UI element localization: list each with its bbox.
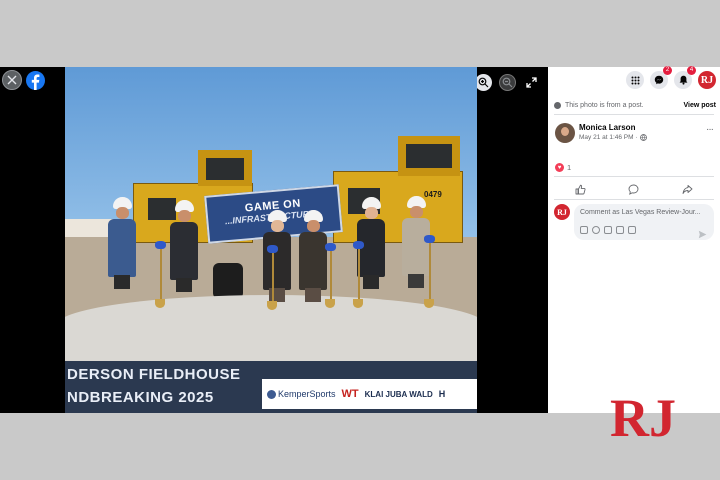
author-name[interactable]: Monica Larson	[579, 123, 635, 132]
blue-bow	[155, 241, 166, 249]
shovel-handle	[358, 247, 360, 301]
shovel-handle	[272, 251, 274, 303]
blue-bow	[353, 241, 364, 249]
post-author: Monica Larson May 21 at 1:46 PM · ···	[555, 122, 715, 144]
zoom-in-icon	[478, 77, 489, 88]
facebook-logo-icon[interactable]	[26, 71, 45, 90]
send-icon	[698, 230, 707, 239]
sponsor-klai: KLAI JUBA WALD	[364, 389, 433, 399]
more-options-button[interactable]: ···	[706, 124, 714, 135]
sticker-icon[interactable]	[628, 226, 636, 234]
gif-icon[interactable]	[616, 226, 624, 234]
person-3	[262, 210, 292, 302]
blue-bow	[424, 235, 435, 243]
comment-input[interactable]: Comment as Las Vegas Review-Jour...	[574, 204, 714, 240]
comment-composer: RJ Comment as Las Vegas Review-Jour...	[554, 204, 716, 240]
messenger-badge: 2	[663, 66, 672, 75]
divider	[554, 176, 714, 177]
commenter-avatar: RJ	[554, 204, 570, 220]
messenger-icon	[654, 75, 664, 85]
groundbreaking-photo: 0479 GAME ON ...INFRASTRUCTURE...	[65, 67, 477, 413]
shovel-handle	[429, 243, 431, 301]
grid-menu-icon	[631, 76, 639, 84]
shovel-handle	[160, 247, 162, 301]
top-background-band	[0, 0, 720, 67]
info-icon	[554, 101, 561, 109]
sponsor-edge: H	[438, 389, 446, 399]
shovel-blade	[325, 299, 335, 308]
post-date[interactable]: May 21 at 1:46 PM	[579, 134, 634, 141]
globe-icon	[639, 134, 647, 141]
facebook-topbar: 2 4 RJ	[626, 66, 716, 89]
rj-logo-text: RJ	[610, 388, 676, 444]
reaction-summary[interactable]: ♥ 1	[555, 163, 571, 172]
share-button[interactable]	[667, 181, 707, 197]
thumbs-up-icon	[575, 184, 586, 194]
blue-bow	[325, 243, 336, 251]
close-icon	[7, 75, 17, 85]
kemper-logo-icon	[267, 389, 276, 399]
zoom-out-button[interactable]	[499, 74, 516, 91]
sponsor-kemper: KemperSports	[267, 389, 336, 399]
messenger-button[interactable]: 2	[650, 66, 672, 89]
sign-line-1: DERSON FIELDHOUSE	[67, 366, 241, 383]
shovel-blade	[353, 299, 363, 308]
notifications-badge: 4	[687, 66, 696, 75]
zoom-in-button[interactable]	[475, 74, 492, 91]
zoom-out-icon	[502, 77, 513, 88]
left-loader-tire	[213, 263, 243, 299]
sponsor-strip: KemperSports WT KLAI JUBA WALD H	[262, 379, 477, 409]
person-1	[107, 197, 137, 289]
viewer-toolbar	[475, 74, 540, 91]
post-timestamp: May 21 at 1:46 PM ·	[579, 134, 647, 141]
rj-logo: RJ	[610, 388, 676, 444]
share-icon	[682, 184, 693, 194]
from-post-text: This photo is from a post.	[565, 101, 644, 109]
bell-icon	[679, 75, 687, 85]
post-actions	[554, 179, 714, 199]
camera-icon[interactable]	[604, 226, 612, 234]
reaction-count: 1	[567, 163, 572, 172]
like-button[interactable]	[561, 181, 601, 197]
comment-button[interactable]	[614, 181, 654, 197]
expand-icon	[526, 77, 537, 88]
send-button[interactable]	[698, 226, 707, 244]
avatar-sticker-icon[interactable]	[580, 226, 588, 234]
close-button[interactable]	[2, 70, 22, 90]
comment-icon	[629, 184, 639, 195]
sign-line-2: NDBREAKING 2025	[67, 389, 214, 406]
love-reaction-icon: ♥	[555, 163, 564, 172]
view-post-link[interactable]: View post	[683, 102, 716, 109]
divider	[554, 199, 714, 200]
notifications-button[interactable]: 4	[674, 66, 696, 89]
post-side-panel: 2 4 RJ This photo is from a post. View p…	[548, 66, 720, 413]
person-4	[298, 210, 328, 302]
blue-bow	[267, 245, 278, 253]
photo-viewer: 0479 GAME ON ...INFRASTRUCTURE...	[0, 67, 548, 413]
profile-avatar[interactable]: RJ	[698, 71, 716, 89]
sponsor-wt: WT	[341, 388, 359, 400]
divider	[554, 114, 714, 115]
right-loader: 0479	[333, 136, 463, 243]
emoji-icon[interactable]	[592, 226, 600, 234]
shovel-handle	[330, 249, 332, 301]
comment-placeholder: Comment as Las Vegas Review-Jour...	[580, 209, 701, 216]
person-2	[169, 200, 199, 292]
fullscreen-button[interactable]	[523, 74, 540, 91]
from-post-notice: This photo is from a post. View post	[554, 99, 716, 111]
shovel-blade	[155, 299, 165, 308]
shovel-blade	[424, 299, 434, 308]
author-avatar[interactable]	[555, 123, 575, 143]
menu-button[interactable]	[626, 71, 644, 89]
shovel-blade	[267, 301, 277, 310]
separator-dot: ·	[635, 134, 638, 141]
comment-tools	[580, 226, 636, 234]
sponsor-kemper-label: KemperSports	[278, 389, 336, 399]
